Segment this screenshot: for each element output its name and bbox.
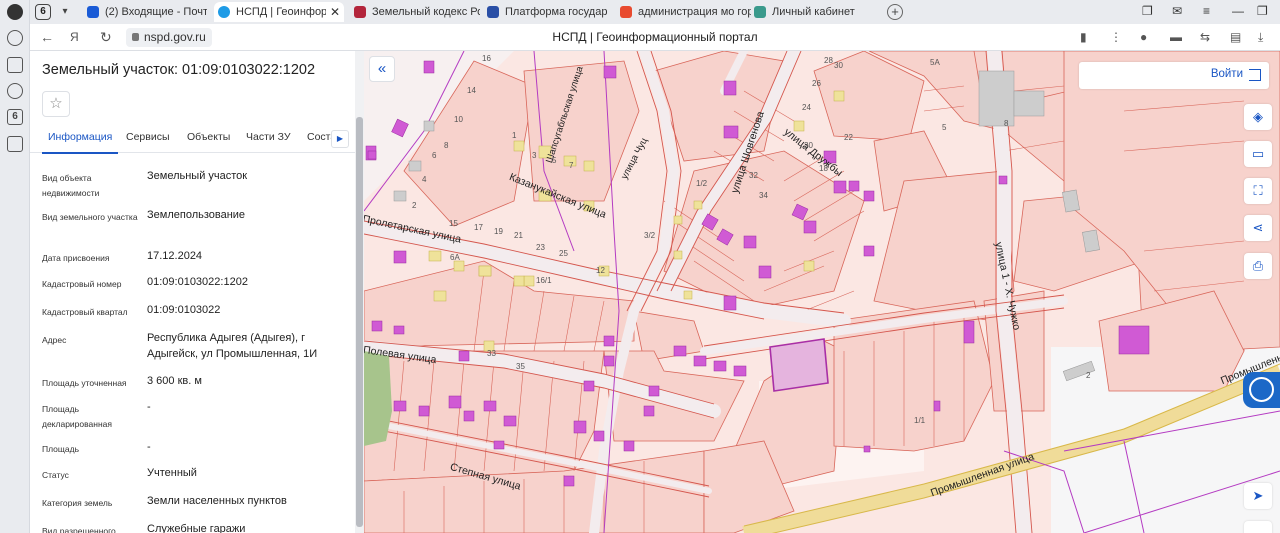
yandex-search-icon [620, 6, 632, 18]
tab-count-side-icon[interactable]: 6 [7, 109, 23, 125]
tab-strip: 6 ▾ (2) Входящие - Почта Mail НСПД | Гео… [30, 0, 1280, 24]
tab-nspd[interactable]: НСПД | Геоинформационный портал ✕ [214, 2, 344, 22]
ruler-icon: ▭ [1251, 146, 1265, 161]
assistant-icon [1249, 377, 1274, 402]
tabs-next-arrow-icon[interactable]: ▶ [331, 130, 349, 148]
tab-services[interactable]: Сервисы [126, 131, 170, 143]
tab-parts[interactable]: Части ЗУ [246, 131, 291, 143]
tab-mail[interactable]: (2) Входящие - Почта Mail [83, 2, 207, 22]
close-tab-icon[interactable]: ✕ [326, 5, 340, 19]
play-icon[interactable] [7, 83, 23, 99]
selected-parcel [769, 338, 829, 392]
select-area-button[interactable]: ⛶ [1244, 178, 1272, 204]
chat-icon: ▬ [1252, 526, 1265, 533]
scrollbar-thumb[interactable] [356, 117, 363, 527]
assistant-button[interactable] [1243, 372, 1280, 408]
tab-cabinet[interactable]: Личный кабинет [750, 2, 880, 22]
collapse-panel-button[interactable]: « [369, 56, 395, 82]
sync-icon[interactable]: ⇆ [1200, 30, 1210, 44]
object-info-panel: Земельный участок: 01:09:0103022:1202 ☆ … [30, 51, 355, 533]
emblem-icon [487, 6, 499, 18]
more-icon[interactable]: ⋮ [1110, 30, 1122, 44]
bookmark-icon[interactable]: ▮ [1080, 30, 1087, 44]
layers-button[interactable]: ◈ [1244, 104, 1272, 130]
menu-icon[interactable]: ≡ [1203, 4, 1210, 18]
yandex-logo-icon[interactable] [7, 4, 23, 20]
browser-side-rail: 6 [0, 0, 30, 533]
layers-icon: ◈ [1253, 109, 1263, 124]
panel-scrollbar[interactable] [355, 51, 364, 533]
reader-icon[interactable]: ▤ [1230, 30, 1241, 44]
mail-icon [87, 6, 99, 18]
tab-gosuslugi[interactable]: Платформа государственных сервисов [483, 2, 607, 22]
panel-tabs: Информация Сервисы Объекты Части ЗУ Сост… [30, 123, 355, 154]
print-button[interactable]: ⎙ [1244, 253, 1272, 279]
chat-button[interactable]: ▬ [1244, 521, 1272, 533]
collections-icon[interactable] [7, 57, 23, 73]
share-button[interactable]: ⋖ [1244, 215, 1272, 241]
address-bar: ← Я ↻ nspd.gov.ru НСПД | Геоинформационн… [30, 24, 1280, 51]
share-icon: ⋖ [1252, 220, 1264, 235]
tab-objects[interactable]: Объекты [187, 131, 230, 143]
tab-manager-icon[interactable]: ❐ [1142, 4, 1153, 18]
tab-administration[interactable]: администрация мо город Адыгейск [616, 2, 751, 22]
cadastral-map[interactable]: Казанукайская улица улица Чуц улица Шовг… [364, 51, 1280, 533]
login-icon [1249, 69, 1261, 81]
screenshot-icon[interactable] [7, 136, 23, 152]
history-icon[interactable] [7, 30, 23, 46]
chevron-down-icon[interactable]: ▾ [56, 3, 74, 21]
page-title: НСПД | Геоинформационный портал [552, 30, 758, 44]
panel-title: Земельный участок: 01:09:0103022:1202 [42, 62, 316, 78]
maximize-icon[interactable]: ❐ [1257, 4, 1268, 18]
tab-information[interactable]: Информация [41, 131, 119, 154]
select-area-icon: ⛶ [1253, 183, 1263, 198]
extension-2-icon[interactable]: ▬ [1170, 30, 1182, 44]
tab-counter[interactable]: 6 [35, 4, 51, 20]
favorite-star-button[interactable]: ☆ [42, 91, 70, 117]
new-tab-button[interactable]: + [887, 4, 903, 20]
location-arrow-icon: ➤ [1252, 488, 1264, 503]
law-icon [354, 6, 366, 18]
nspd-icon [218, 6, 230, 18]
print-icon: ⎙ [1252, 258, 1264, 273]
map-canvas [364, 51, 1280, 533]
ruler-button[interactable]: ▭ [1244, 141, 1272, 167]
download-icon[interactable]: ⤓ [1258, 30, 1263, 45]
tab-land-code[interactable]: Земельный кодекс Российской Федерации [350, 2, 480, 22]
extension-icon[interactable]: ● [1140, 30, 1147, 44]
cabinet-icon [754, 6, 766, 18]
minimize-icon[interactable]: — [1232, 4, 1244, 18]
location-button[interactable]: ➤ [1244, 483, 1272, 509]
login-button[interactable]: Войти [1079, 62, 1269, 89]
notifications-icon[interactable]: ✉ [1172, 4, 1182, 18]
